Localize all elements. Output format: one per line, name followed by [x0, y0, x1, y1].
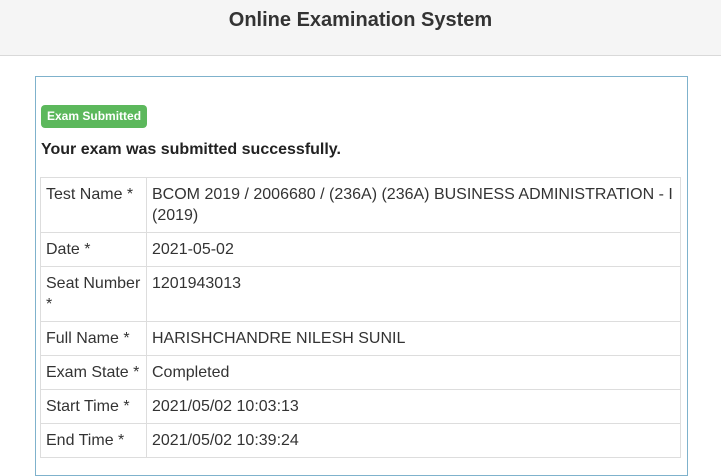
full-name-value: HARISHCHANDRE NILESH SUNIL — [146, 321, 681, 356]
end-time-value: 2021/05/02 10:39:24 — [146, 423, 681, 458]
header-bar: Online Examination System — [0, 0, 721, 56]
start-time-value: 2021/05/02 10:03:13 — [146, 389, 681, 424]
row-end-time: End Time * 2021/05/02 10:39:24 — [40, 423, 681, 458]
row-seat-number: Seat Number * 1201943013 — [40, 266, 681, 322]
exam-state-value: Completed — [146, 355, 681, 390]
result-panel: Exam Submitted Your exam was submitted s… — [35, 76, 688, 476]
exam-state-label: Exam State * — [40, 355, 147, 390]
date-value: 2021-05-02 — [146, 232, 681, 267]
app-title: Online Examination System — [228, 9, 493, 31]
row-date: Date * 2021-05-02 — [40, 232, 681, 267]
row-full-name: Full Name * HARISHCHANDRE NILESH SUNIL — [40, 321, 681, 356]
date-label: Date * — [40, 232, 147, 267]
success-message: Your exam was submitted successfully. — [41, 141, 341, 158]
test-name-value: BCOM 2019 / 2006680 / (236A) (236A) BUSI… — [146, 177, 681, 233]
full-name-label: Full Name * — [40, 321, 147, 356]
row-start-time: Start Time * 2021/05/02 10:03:13 — [40, 389, 681, 424]
status-badge: Exam Submitted — [41, 105, 148, 128]
exam-details-table: Test Name * BCOM 2019 / 2006680 / (236A)… — [40, 177, 681, 458]
row-test-name: Test Name * BCOM 2019 / 2006680 / (236A)… — [40, 177, 681, 233]
seat-number-label: Seat Number * — [40, 266, 147, 322]
row-exam-state: Exam State * Completed — [40, 355, 681, 390]
start-time-label: Start Time * — [40, 389, 147, 424]
test-name-label: Test Name * — [40, 177, 147, 233]
end-time-label: End Time * — [40, 423, 147, 458]
seat-number-value: 1201943013 — [146, 266, 681, 322]
